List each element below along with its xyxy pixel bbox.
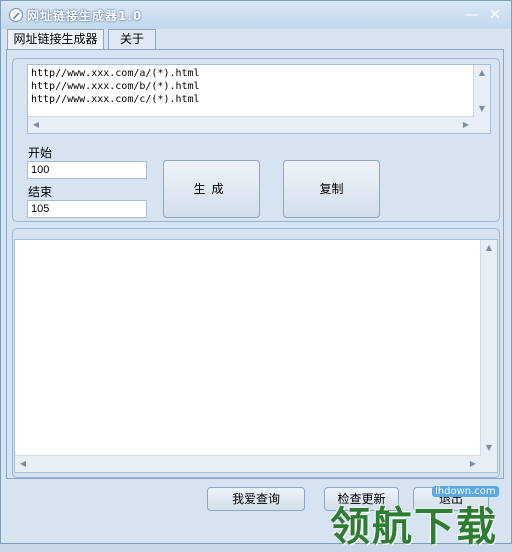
- url-template-textarea[interactable]: http//www.xxx.com/a/(*).html http//www.x…: [27, 64, 491, 134]
- scroll-corner: [481, 456, 497, 472]
- copy-button[interactable]: 复制: [283, 160, 380, 218]
- scroll-down-icon[interactable]: ▼: [481, 440, 497, 456]
- scroll-right-icon[interactable]: ▶: [458, 117, 474, 133]
- scroll-left-icon[interactable]: ◀: [15, 456, 31, 472]
- watermark-site: lhdown.com: [432, 486, 499, 497]
- scroll-left-icon[interactable]: ◀: [28, 117, 44, 133]
- tab-about[interactable]: 关于: [108, 29, 156, 49]
- minimize-button[interactable]: —: [463, 7, 479, 23]
- window-title: 网址链接生成器1.0: [27, 9, 143, 23]
- url-template-text: http//www.xxx.com/a/(*).html http//www.x…: [31, 68, 200, 105]
- query-button[interactable]: 我爱查询: [207, 487, 305, 511]
- scroll-right-icon[interactable]: ▶: [465, 456, 481, 472]
- pencil-link-icon: [9, 8, 23, 22]
- url-vertical-scrollbar[interactable]: ▲ ▼: [473, 65, 490, 117]
- scroll-down-icon[interactable]: ▼: [474, 101, 490, 117]
- start-input[interactable]: 100: [27, 161, 147, 179]
- title-bar[interactable]: 网址链接生成器1.0 — ✕: [1, 1, 511, 29]
- tab-generator[interactable]: 网址链接生成器: [7, 29, 104, 50]
- result-textarea[interactable]: ▲ ▼ ◀ ▶: [14, 239, 498, 473]
- end-input[interactable]: 105: [27, 200, 147, 218]
- scroll-up-icon[interactable]: ▲: [481, 240, 497, 256]
- end-label: 结束: [28, 185, 53, 199]
- close-button[interactable]: ✕: [487, 7, 503, 23]
- watermark-text: 领航下载: [330, 504, 498, 550]
- scroll-up-icon[interactable]: ▲: [474, 65, 490, 81]
- scroll-corner: [474, 117, 490, 133]
- result-horizontal-scrollbar[interactable]: ◀ ▶: [15, 455, 481, 472]
- generate-button[interactable]: 生成: [163, 160, 260, 218]
- url-horizontal-scrollbar[interactable]: ◀ ▶: [28, 116, 474, 133]
- start-label: 开始: [28, 146, 53, 160]
- result-vertical-scrollbar[interactable]: ▲ ▼: [480, 240, 497, 456]
